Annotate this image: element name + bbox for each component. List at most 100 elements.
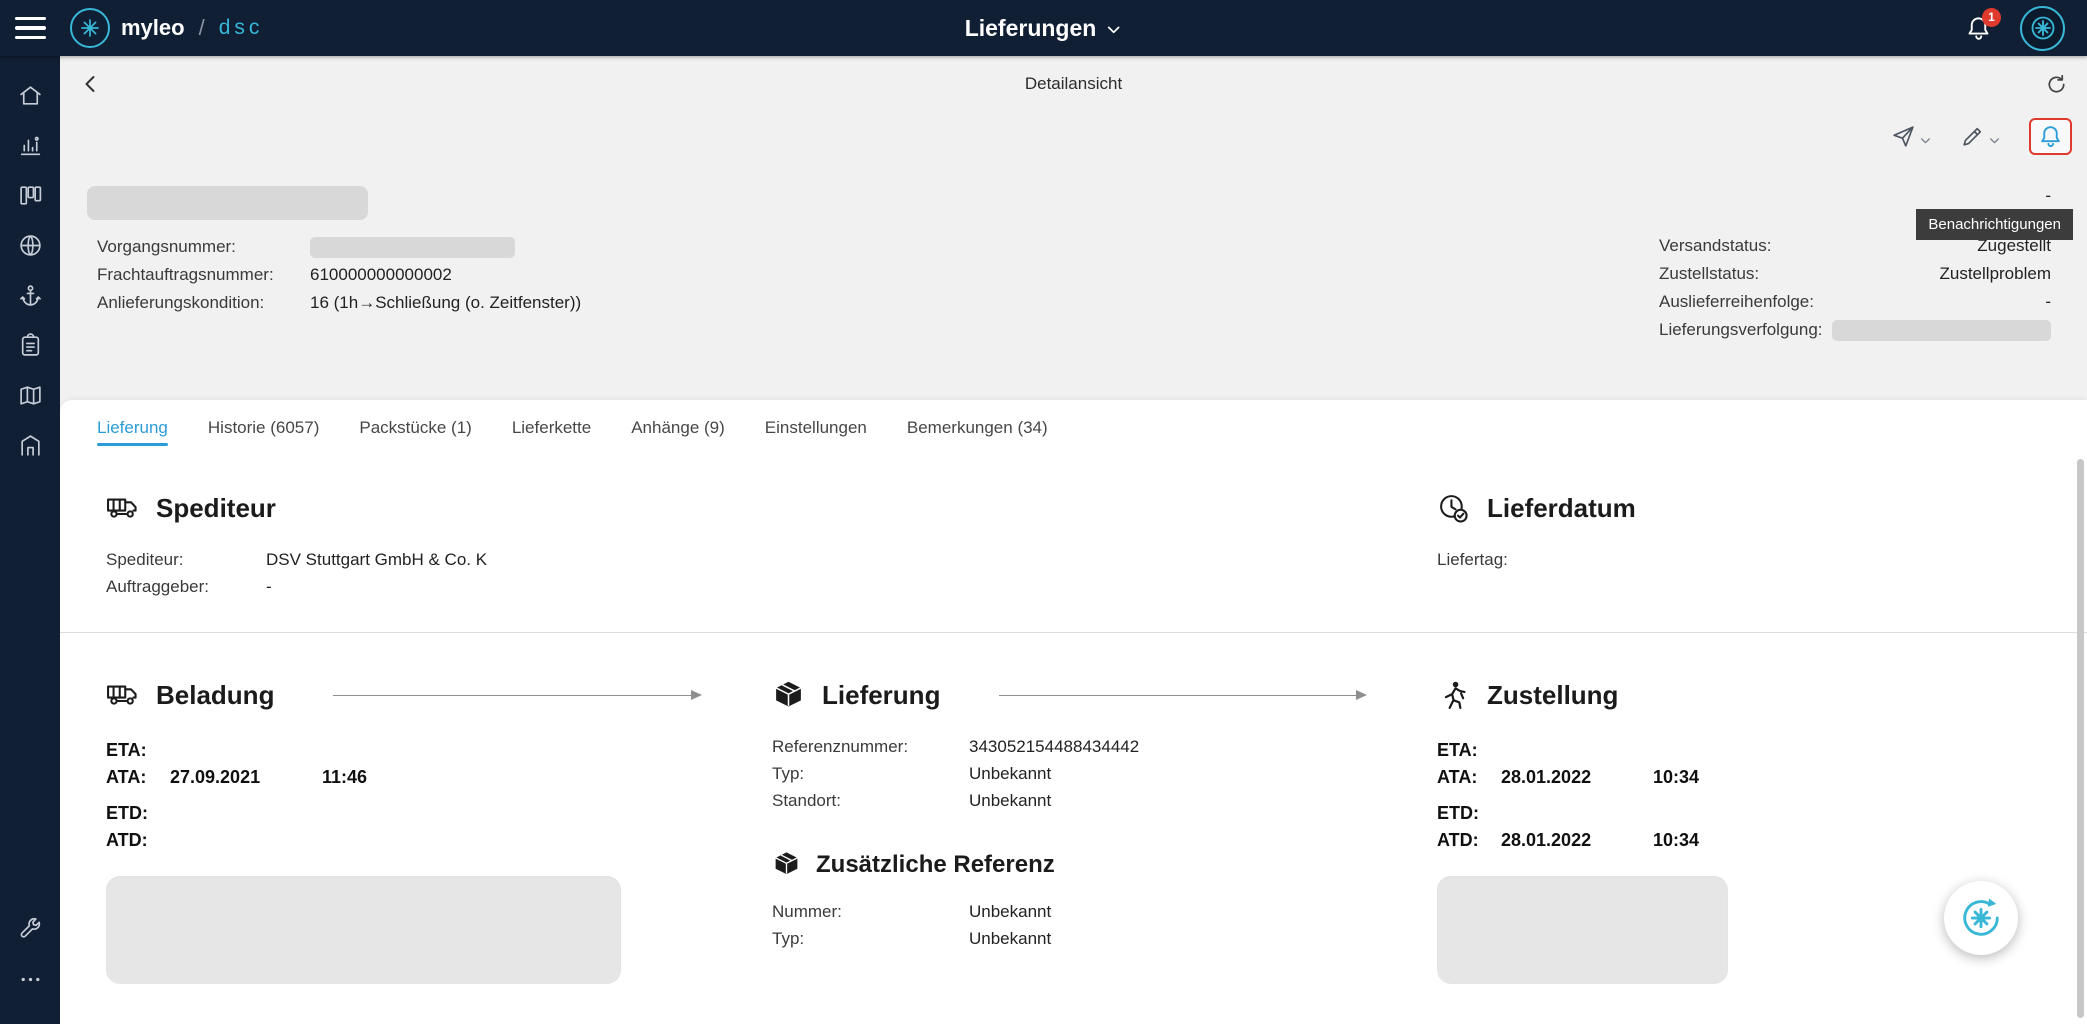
section-lieferdatum: Lieferdatum Liefertag: <box>1437 492 2047 600</box>
brand-logo[interactable]: myleo / dsc <box>70 8 263 48</box>
topbar-actions: 1 <box>1965 5 2065 51</box>
section-fields: ETA: ATA: 28.01.2022 10:34 ETD: ATD: 28.… <box>1437 737 2047 854</box>
tab-label: Anhänge (9) <box>631 418 725 437</box>
field-label: Zustellstatus: <box>1659 264 1760 283</box>
send-button[interactable] <box>1891 124 1932 149</box>
board-icon <box>19 185 41 205</box>
chevron-down-icon <box>1990 137 1999 143</box>
carrier-and-date-row: Spediteur Spediteur: DSV Stuttgart GmbH … <box>106 492 2047 600</box>
field-time: 11:46 <box>322 767 368 787</box>
sidebar-item-analytics[interactable] <box>0 120 60 170</box>
tab-lieferkette[interactable]: Lieferkette <box>512 400 591 456</box>
analytics-icon <box>20 136 40 155</box>
truck-icon <box>106 492 139 525</box>
section-fields: Liefertag: <box>1437 546 2047 573</box>
field-label: Typ: <box>772 928 805 948</box>
tab-lieferung[interactable]: Lieferung <box>97 400 168 456</box>
sidebar-item-board[interactable] <box>0 170 60 220</box>
field-value: Zustellproblem <box>1939 264 2052 283</box>
refresh-button[interactable] <box>2045 73 2068 96</box>
section-title: Lieferdatum <box>1487 493 1636 523</box>
tasks-icon <box>21 332 39 356</box>
user-avatar-icon <box>2031 16 2054 40</box>
flow-arrow-icon <box>333 691 702 699</box>
tab-packstuecke[interactable]: Packstücke (1) <box>359 400 471 456</box>
vertical-scrollbar[interactable] <box>2077 459 2084 1018</box>
field-row: Typ: Unbekannt <box>772 925 1437 952</box>
sidebar-item-home[interactable] <box>0 70 60 120</box>
field-label: Auftraggeber: <box>106 576 210 596</box>
warehouse-icon <box>20 434 40 456</box>
chevron-down-icon <box>1108 26 1120 34</box>
send-icon <box>1893 125 1914 147</box>
sidebar-item-ports[interactable] <box>0 270 60 320</box>
field-date: 28.01.2022 <box>1501 830 1592 850</box>
back-button[interactable] <box>79 72 103 96</box>
field-value: - <box>2045 292 2051 311</box>
sidebar-item-settings[interactable] <box>0 904 60 954</box>
field-label: ATA: <box>1437 767 1478 787</box>
notifications-toggle-button[interactable] <box>2029 117 2072 155</box>
user-avatar[interactable] <box>2020 5 2065 51</box>
field-label: Spediteur: <box>106 549 184 569</box>
field-value: 610000000000002 <box>310 265 452 284</box>
assistant-fab[interactable] <box>1944 881 2018 955</box>
redacted-shipment-title <box>87 186 368 220</box>
module-title: Lieferungen <box>964 14 1097 41</box>
field-label: Liefertag: <box>1437 549 1508 569</box>
section-header: Beladung <box>106 679 772 712</box>
detail-panel: Lieferung Historie (6057) Packstücke (1)… <box>60 400 2087 1024</box>
section-header: Zusätzliche Referenz <box>772 850 1437 879</box>
field-label: ETA: <box>106 740 147 760</box>
field-row: Standort: Unbekannt <box>772 787 1437 814</box>
tab-historie[interactable]: Historie (6057) <box>208 400 320 456</box>
field-time: 10:34 <box>1653 767 1700 787</box>
field-label: Frachtauftragsnummer: <box>97 265 274 284</box>
sidebar-item-map[interactable] <box>0 370 60 420</box>
tab-label: Bemerkungen (34) <box>906 418 1048 437</box>
sidebar-item-tasks[interactable] <box>0 320 60 370</box>
field-value: Unbekannt <box>969 790 1052 810</box>
menu-icon[interactable] <box>15 16 46 40</box>
section-fields: Spediteur: DSV Stuttgart GmbH & Co. K Au… <box>106 546 1437 600</box>
tab-content: Spediteur Spediteur: DSV Stuttgart GmbH … <box>60 456 2087 984</box>
redacted-map-placeholder <box>1437 876 1728 984</box>
module-switcher[interactable]: Lieferungen <box>965 15 1123 42</box>
back-icon <box>85 76 95 92</box>
notification-badge: 1 <box>1982 7 2001 27</box>
flow-arrow-icon <box>999 691 1367 699</box>
section-title: Zusätzliche Referenz <box>816 850 1055 878</box>
section-title: Spediteur <box>156 493 276 523</box>
tab-einstellungen[interactable]: Einstellungen <box>765 400 867 456</box>
brand-separator: / <box>198 15 205 40</box>
field-label: ETD: <box>1437 803 1479 823</box>
field-label: Versandstatus: <box>1659 236 1772 255</box>
section-spediteur: Spediteur Spediteur: DSV Stuttgart GmbH … <box>106 492 1437 600</box>
field-value: - <box>2045 186 2051 205</box>
field-label: ATD: <box>106 830 148 850</box>
field-row: ETA: <box>106 737 772 764</box>
sidebar-item-warehouse[interactable] <box>0 420 60 470</box>
section-divider <box>60 632 2087 633</box>
sidebar <box>0 56 60 1024</box>
field-value: 343052154488434442 <box>969 736 1140 756</box>
field-label: ATA: <box>106 767 147 787</box>
truck-icon <box>106 679 139 712</box>
tab-label: Packstücke (1) <box>359 418 472 437</box>
section-fields: Referenznummer: 343052154488434442 Typ: … <box>772 733 1437 814</box>
home-icon <box>19 85 41 105</box>
section-zusaetzliche-referenz: Zusätzliche Referenz Nummer: Unbekannt T… <box>772 850 1437 952</box>
sidebar-item-more[interactable] <box>0 954 60 1004</box>
field-row: Liefertag: <box>1437 546 2047 573</box>
tab-label: Einstellungen <box>764 418 867 437</box>
tab-label: Lieferkette <box>511 418 592 437</box>
sidebar-item-global[interactable] <box>0 220 60 270</box>
tab-anhaenge[interactable]: Anhänge (9) <box>631 400 725 456</box>
topbar-notifications-button[interactable]: 1 <box>1965 7 2001 42</box>
field-row: ATD: 28.01.2022 10:34 <box>1437 827 2047 854</box>
redacted-value <box>310 236 515 258</box>
anchor-icon <box>19 284 41 306</box>
tab-bemerkungen[interactable]: Bemerkungen (34) <box>907 400 1048 456</box>
field-row: Zustellstatus: Zustellproblem <box>1659 260 2051 288</box>
edit-button[interactable] <box>1960 124 2001 149</box>
